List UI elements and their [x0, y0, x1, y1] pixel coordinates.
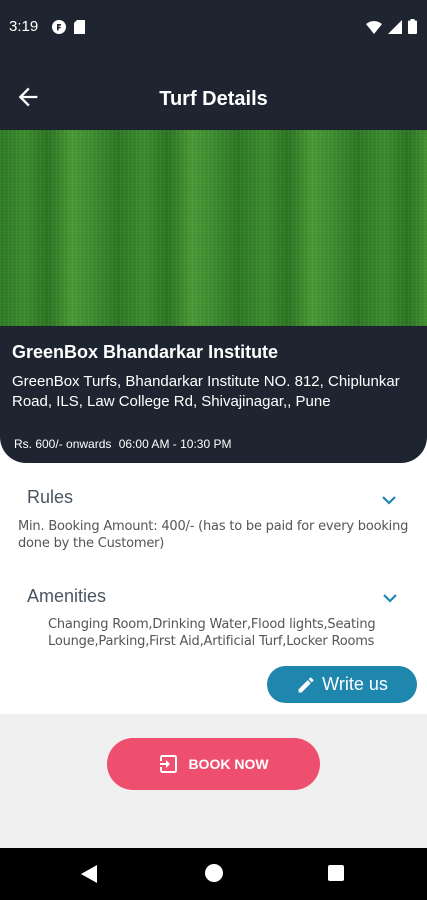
- turf-price-time: Rs. 600/- onwards 06:00 AM - 10:30 PM: [14, 437, 231, 451]
- chevron-down-icon[interactable]: [381, 592, 399, 604]
- book-now-label: BOOK NOW: [188, 756, 269, 772]
- turf-price: Rs. 600/- onwards: [14, 437, 112, 451]
- pencil-icon: [298, 676, 314, 692]
- amenities-text: Changing Room,Drinking Water,Flood light…: [48, 617, 376, 649]
- turf-info-card: GreenBox Bhandarkar Institute GreenBox T…: [0, 326, 427, 463]
- notification-app-icon: [52, 20, 66, 34]
- turf-image: [0, 130, 427, 326]
- turf-address: GreenBox Turfs, Bhandarkar Institute NO.…: [12, 373, 400, 410]
- book-now-button[interactable]: BOOK NOW: [107, 738, 320, 790]
- nav-recents-icon[interactable]: [328, 865, 344, 881]
- rules-title[interactable]: Rules: [27, 487, 73, 508]
- chevron-down-icon[interactable]: [380, 494, 398, 506]
- write-us-button[interactable]: Write us: [267, 666, 417, 703]
- amenities-title[interactable]: Amenities: [27, 586, 106, 607]
- app-bar: Turf Details: [0, 56, 427, 130]
- login-arrow-icon: [158, 755, 178, 773]
- status-left-icons: [52, 20, 85, 34]
- page-title: Turf Details: [159, 88, 268, 110]
- rules-text: Min. Booking Amount: 400/- (has to be pa…: [18, 519, 409, 551]
- nav-home-icon[interactable]: [205, 864, 223, 882]
- system-nav-bar: [0, 848, 427, 900]
- turf-timing: 06:00 AM - 10:30 PM: [118, 437, 232, 451]
- signal-icon: [388, 19, 402, 34]
- nav-back-icon[interactable]: [80, 864, 98, 884]
- status-right-icons: [366, 19, 417, 34]
- status-bar: 3:19: [0, 0, 427, 56]
- write-us-label: Write us: [322, 674, 388, 694]
- wifi-icon: [366, 20, 382, 34]
- battery-icon: [408, 19, 417, 34]
- sd-card-icon: [74, 20, 85, 34]
- status-time: 3:19: [9, 18, 39, 35]
- turf-name: GreenBox Bhandarkar Institute: [12, 342, 279, 362]
